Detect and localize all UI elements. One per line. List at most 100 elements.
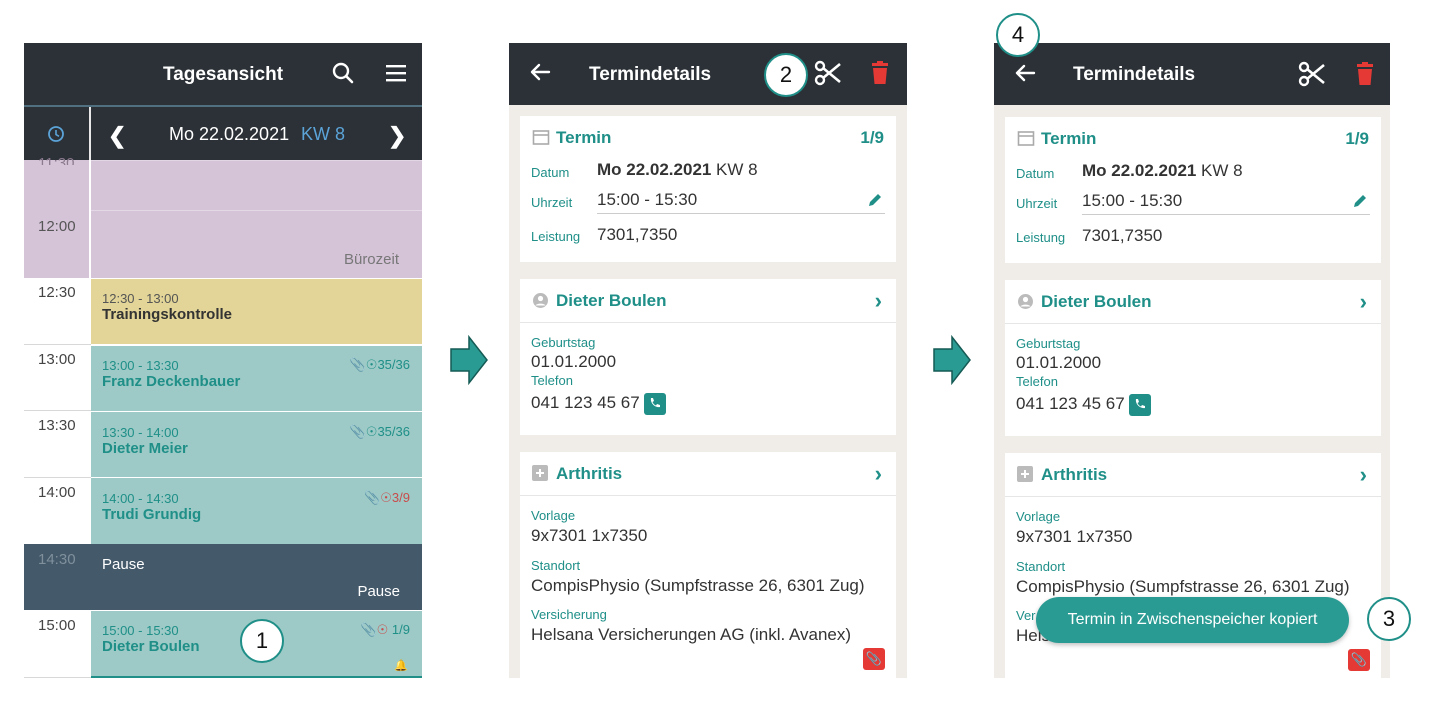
buerozeit-block[interactable]: Bürozeit	[91, 160, 422, 278]
chevron-right-icon[interactable]: ›	[875, 288, 882, 314]
date-navigation-bar: ❮ Mo 22.02.2021 KW 8 ❯	[24, 105, 422, 162]
next-day-button[interactable]: ❯	[388, 123, 406, 149]
calendar-icon	[532, 128, 550, 151]
time-label: 11:30	[38, 155, 75, 165]
chevron-right-icon[interactable]: ›	[1360, 289, 1367, 315]
termindetails-screen: Termindetails Termin 1/9 Datum Mo 22.02.…	[509, 43, 907, 678]
paperclip-icon: 📎	[349, 357, 366, 372]
attachment-icon[interactable]: 📎	[863, 648, 885, 670]
datum-label: Datum	[531, 165, 570, 180]
time-label: 12:30	[38, 284, 76, 301]
datum-week: KW 8	[716, 160, 758, 179]
appointment-time: 12:30 - 13:00	[102, 291, 179, 306]
diagnose-card[interactable]: Arthritis › Vorlage 9x7301 1x7350 Stando…	[1005, 453, 1381, 678]
datum-week: KW 8	[1201, 161, 1243, 180]
page-title: Termindetails	[1073, 64, 1196, 85]
callout-4: 4	[996, 13, 1040, 57]
bell-icon: 🔔	[394, 660, 408, 672]
appointment-trainingskontrolle[interactable]: 12:30 - 13:00 Trainingskontrolle	[91, 279, 422, 344]
phone-icon[interactable]	[1129, 394, 1151, 416]
versicherung-label: Versicherung	[531, 607, 607, 622]
back-arrow-icon[interactable]	[529, 61, 551, 88]
chevron-right-icon[interactable]: ›	[1360, 462, 1367, 488]
telefon-label: Telefon	[1016, 374, 1058, 389]
calendar-week: KW 8	[301, 124, 346, 144]
paperclip-icon: 📎	[360, 622, 377, 637]
patient-card[interactable]: Dieter Boulen › Geburtstag 01.01.2000 Te…	[1005, 280, 1381, 436]
pause-label: Pause	[357, 583, 400, 600]
edit-pencil-icon[interactable]	[1352, 193, 1368, 214]
appointment-time: 13:30 - 14:00	[102, 425, 179, 440]
appointment-name: Dieter Boulen	[102, 638, 200, 655]
app-bar: Termindetails	[509, 43, 907, 105]
toast-notification: Termin in Zwischenspeicher kopiert	[1036, 597, 1349, 643]
termin-section-title: Termin	[1041, 129, 1097, 148]
diagnose-card[interactable]: Arthritis › Vorlage 9x7301 1x7350 Stando…	[520, 452, 896, 678]
telefon-value: 041 123 45 67	[1016, 394, 1125, 413]
callout-1: 1	[240, 619, 284, 663]
appointment-name: Dieter Meier	[102, 440, 188, 457]
paperclip-icon: 📎	[349, 424, 366, 439]
patient-name: Dieter Boulen	[556, 291, 667, 310]
edit-pencil-icon[interactable]	[867, 192, 883, 213]
target-icon: ☉	[365, 424, 378, 439]
termin-section-title: Termin	[556, 128, 612, 147]
uhrzeit-field[interactable]: 15:00 - 15:30	[1082, 191, 1182, 211]
appointment-name: Trainingskontrolle	[102, 306, 233, 323]
geburtstag-value: 01.01.2000	[1016, 353, 1102, 372]
appointment-franz-deckenbauer[interactable]: 13:00 - 13:30 Franz Deckenbauer 📎☉35/36	[91, 345, 422, 411]
termin-card: Termin 1/9 Datum Mo 22.02.2021 KW 8 Uhrz…	[1005, 117, 1381, 263]
standort-value: CompisPhysio (Sumpfstrasse 26, 6301 Zug)	[531, 576, 865, 595]
chevron-right-icon[interactable]: ›	[875, 461, 882, 487]
time-label: 14:30	[38, 551, 76, 568]
arrow-right-icon	[933, 335, 971, 385]
vorlage-label: Vorlage	[531, 508, 576, 523]
geburtstag-label: Geburtstag	[531, 335, 596, 350]
standort-label: Standort	[1016, 559, 1066, 574]
page-title: Termindetails	[589, 64, 712, 85]
scissors-icon[interactable]	[814, 59, 842, 92]
datum-value: Mo 22.02.2021	[597, 160, 712, 179]
time-label: 12:00	[38, 218, 76, 235]
termin-count: 1/9	[860, 128, 884, 147]
appointment-trudi-grundig[interactable]: 14:00 - 14:30 Trudi Grundig 📎☉3/9	[91, 477, 422, 544]
attachment-icon[interactable]: 📎	[1348, 649, 1370, 671]
appointment-time: 15:00 - 15:30	[102, 623, 179, 638]
datum-value: Mo 22.02.2021	[1082, 161, 1197, 180]
time-label: 14:00	[38, 484, 76, 501]
arrow-right-icon	[450, 335, 488, 385]
time-label: 13:30	[38, 417, 76, 434]
delete-icon[interactable]	[870, 61, 890, 90]
uhrzeit-field[interactable]: 15:00 - 15:30	[597, 190, 697, 210]
user-icon	[532, 292, 549, 314]
search-icon[interactable]	[331, 61, 355, 90]
calendar-icon	[1017, 129, 1035, 152]
appointment-meta: 📎☉35/36	[349, 357, 410, 372]
menu-icon[interactable]	[385, 63, 407, 88]
leistung-label: Leistung	[531, 229, 581, 244]
appointment-name: Franz Deckenbauer	[102, 373, 241, 390]
pause-block[interactable]: Pause Pause	[91, 544, 422, 610]
callout-3: 3	[1367, 597, 1411, 641]
appointment-name: Trudi Grundig	[102, 506, 202, 523]
page-title: Tagesansicht	[163, 64, 284, 85]
telefon-value: 041 123 45 67	[531, 393, 640, 412]
pause-label: Pause	[102, 556, 145, 573]
delete-icon[interactable]	[1355, 62, 1375, 91]
patient-card[interactable]: Dieter Boulen › Geburtstag 01.01.2000 Te…	[520, 279, 896, 435]
termin-card: Termin 1/9 Datum Mo 22.02.2021 KW 8 Uhrz…	[520, 116, 896, 262]
phone-icon[interactable]	[644, 393, 666, 415]
scissors-icon[interactable]	[1298, 60, 1326, 93]
appointment-time: 13:00 - 13:30	[102, 358, 179, 373]
back-arrow-icon[interactable]	[1014, 62, 1036, 89]
user-icon	[1017, 293, 1034, 315]
clock-icon[interactable]	[47, 125, 65, 148]
previous-day-button[interactable]: ❮	[108, 123, 126, 149]
appointment-meta: 📎☉ 1/9	[360, 622, 410, 637]
current-date: Mo 22.02.2021	[169, 124, 290, 144]
appointment-meta: 📎☉35/36	[349, 424, 410, 439]
vorlage-label: Vorlage	[1016, 509, 1061, 524]
appointment-dieter-meier[interactable]: 13:30 - 14:00 Dieter Meier 📎☉35/36	[91, 411, 422, 477]
target-icon: ☉	[380, 490, 392, 505]
appointment-time: 14:00 - 14:30	[102, 491, 179, 506]
